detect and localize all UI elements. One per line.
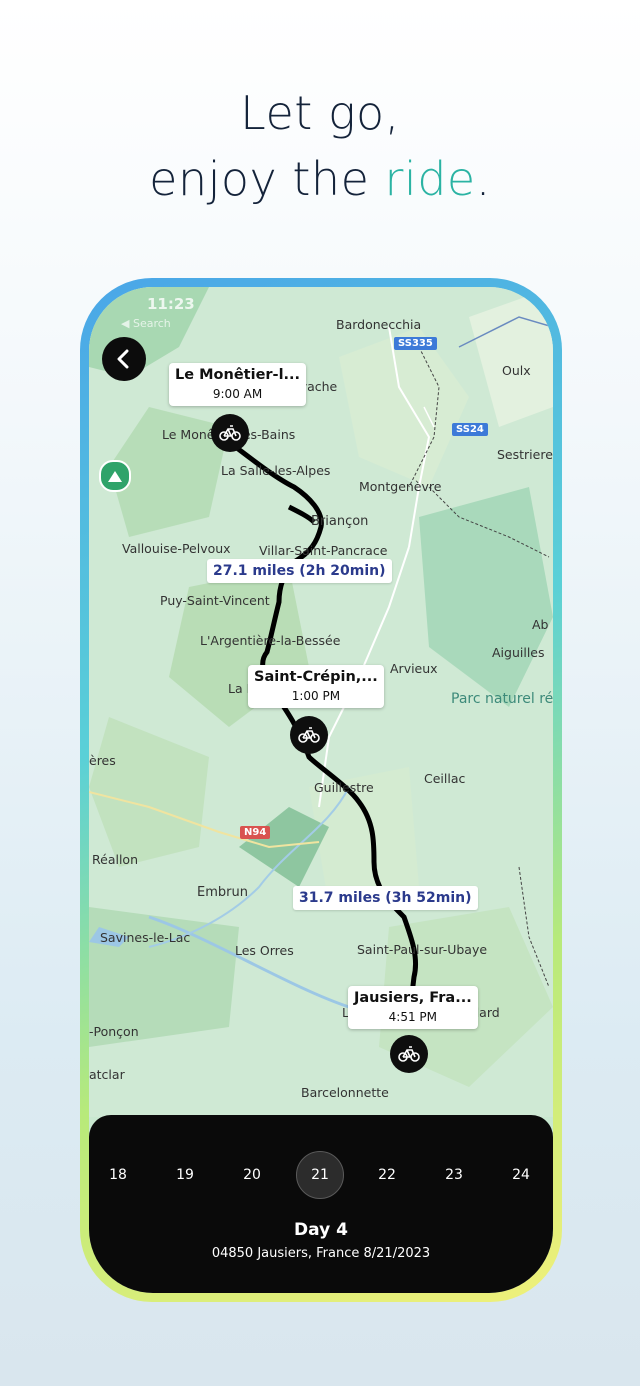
bike-marker-start[interactable] (211, 414, 249, 452)
map-label-sestriere: Sestriere (497, 447, 553, 462)
status-back-search[interactable]: ◀ Search (121, 317, 171, 330)
headline-accent: ride (384, 152, 476, 206)
map-label-reallon: Réallon (92, 852, 138, 867)
stop-card-start[interactable]: Le Monêtier-l... 9:00 AM (169, 363, 307, 406)
map-label-guillestre: Guillestre (314, 780, 374, 795)
map-label-savines: Savines-le-Lac (100, 930, 191, 945)
bicycle-icon (398, 1046, 420, 1062)
map-label-eres: ères (89, 753, 116, 768)
map-label-ab: Ab (532, 617, 549, 632)
map-label-bardonecchia: Bardonecchia (336, 317, 422, 332)
day-button-21[interactable]: 21 (296, 1151, 344, 1199)
map-label-la-salle: La Salle-les-Alpes (221, 463, 331, 478)
bicycle-icon (219, 425, 241, 441)
map-label-briancon: Briançon (311, 514, 369, 529)
map-label-vallouise: Vallouise-Pelvoux (122, 541, 231, 556)
leg-distance-1: 27.1 miles (2h 20min) (207, 559, 392, 583)
bike-marker-end[interactable] (390, 1035, 428, 1073)
day-selector: 18 19 20 21 22 23 24 (89, 1151, 553, 1201)
map-label-oulx: Oulx (502, 363, 531, 378)
map-label-les-orres: Les Orres (235, 943, 294, 958)
stop-time: 1:00 PM (291, 689, 341, 703)
map-label-argentiere: L'Argentière-la-Bessée (200, 633, 341, 648)
road-badge-ss24: SS24 (452, 423, 488, 436)
stop-time: 4:51 PM (388, 1010, 438, 1024)
stop-card-end[interactable]: Jausiers, Fra... 4:51 PM (348, 986, 478, 1029)
map-label-park: Parc naturel régional du Queyras (451, 691, 553, 707)
bike-marker-mid[interactable] (290, 716, 328, 754)
stop-card-mid[interactable]: Saint-Crépin,... 1:00 PM (248, 665, 384, 708)
road-badge-n94: N94 (240, 826, 271, 839)
map-label-barcelonnette: Barcelonnette (301, 1085, 389, 1100)
day-button-19[interactable]: 19 (161, 1151, 209, 1199)
status-time: 11:23 (147, 295, 195, 313)
chevron-left-icon (117, 349, 129, 369)
day-button-20[interactable]: 20 (228, 1151, 276, 1199)
day-button-24[interactable]: 24 (497, 1151, 545, 1199)
map-label-arvieux: Arvieux (390, 661, 438, 676)
headline-suffix: . (475, 152, 491, 206)
day-button-22[interactable]: 22 (363, 1151, 411, 1199)
map-label-poncon: -Ponçon (89, 1024, 139, 1039)
back-button[interactable] (102, 337, 146, 381)
stop-time: 9:00 AM (212, 387, 263, 401)
bicycle-icon (298, 727, 320, 743)
map-label-puy: Puy-Saint-Vincent (160, 593, 270, 608)
stop-name: Le Monêtier-l... (175, 367, 301, 383)
day-title: Day 4 (294, 1220, 348, 1240)
map-label-embrun: Embrun (197, 885, 248, 900)
map-label-ceillac: Ceillac (424, 771, 466, 786)
map-label-villar: Villar-Saint-Pancrace (259, 543, 388, 558)
map-label-montgenevre: Montgenèvre (359, 479, 442, 494)
stop-name: Saint-Crépin,... (254, 669, 378, 685)
phone-screen: 11:23 ◀ Search Bardonecchia SS335 Oulx S… (89, 287, 553, 1293)
mountain-icon (108, 471, 122, 482)
road-badge-ss335: SS335 (394, 337, 437, 350)
poi-marker[interactable] (99, 460, 131, 492)
map-label-atclar: atclar (89, 1067, 125, 1082)
day-button-23[interactable]: 23 (430, 1151, 478, 1199)
headline-line-2: enjoy the ride. (0, 146, 640, 212)
map-label-aiguilles: Aiguilles (492, 645, 545, 660)
stop-name: Jausiers, Fra... (354, 990, 472, 1006)
leg-distance-2: 31.7 miles (3h 52min) (293, 886, 478, 910)
day-button-18[interactable]: 18 (94, 1151, 142, 1199)
headline-line-1: Let go, (240, 86, 400, 140)
headline: Let go, enjoy the ride. (0, 80, 640, 212)
map-label-saint-paul: Saint-Paul-sur-Ubaye (357, 942, 488, 957)
day-subtitle: 04850 Jausiers, France 8/21/2023 (211, 1246, 431, 1261)
day-picker-panel: 18 19 20 21 22 23 24 Day 4 04850 Jausier… (89, 1115, 553, 1293)
headline-prefix: enjoy the (149, 152, 385, 206)
